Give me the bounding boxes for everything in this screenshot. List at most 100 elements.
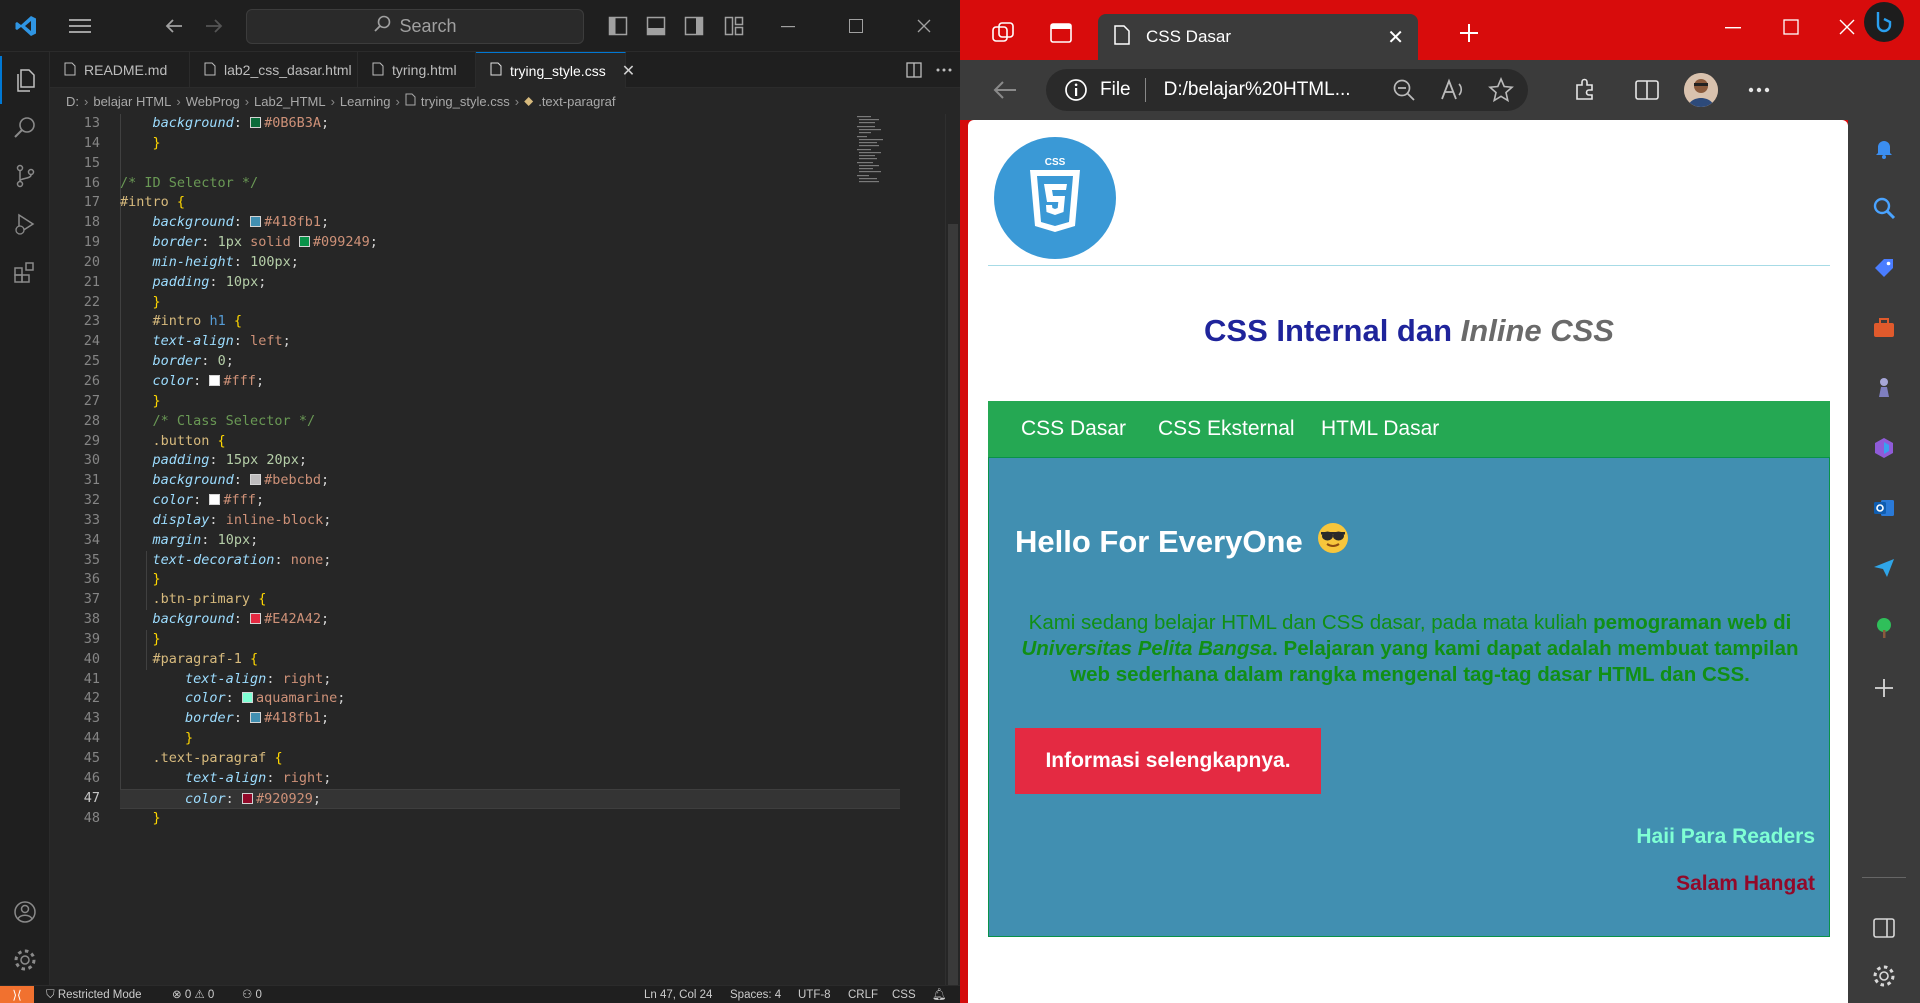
heading-text: Hello For EveryOne — [1015, 524, 1303, 559]
send-icon[interactable] — [1866, 550, 1902, 586]
code-line: } — [152, 293, 161, 310]
line-number: 38 — [83, 611, 100, 628]
cursor-position[interactable]: Ln 47, Col 24 — [644, 986, 712, 1003]
search-icon[interactable] — [1866, 190, 1902, 226]
notifications-bell-icon[interactable]: 🔔︎ — [932, 986, 947, 1003]
css3-logo: CSS — [994, 137, 1116, 259]
encoding[interactable]: UTF-8 — [798, 986, 831, 1003]
microsoft365-icon[interactable] — [1866, 430, 1902, 466]
address-bar[interactable]: File D:/belajar%20HTML... — [1046, 69, 1528, 111]
nav-link-css-eksternal[interactable]: CSS Eksternal — [1158, 401, 1295, 457]
command-search[interactable]: Search — [246, 9, 584, 44]
maximize-icon[interactable] — [834, 8, 878, 44]
minimize-icon[interactable] — [1718, 12, 1748, 42]
scrollbar-thumb[interactable] — [948, 224, 958, 985]
zoom-out-icon[interactable] — [1392, 78, 1416, 108]
hide-sidebar-icon[interactable] — [1866, 910, 1902, 946]
breadcrumb-item[interactable]: Lab2_HTML — [254, 94, 326, 109]
customize-layout-icon[interactable] — [716, 8, 752, 44]
add-icon[interactable] — [1866, 670, 1902, 706]
forward-arrow-icon[interactable] — [196, 8, 232, 44]
tab-actions-icon[interactable] — [1046, 18, 1076, 48]
games-chess-icon[interactable] — [1866, 370, 1902, 406]
code-line: #intro { — [120, 194, 186, 211]
tab-lab2-css-dasar[interactable]: lab2_css_dasar.html — [190, 52, 358, 88]
tree-icon[interactable] — [1866, 610, 1902, 646]
code-editor[interactable]: 13 14 15 16 17 18 19 20 21 22 23 24 25 2… — [50, 114, 945, 985]
nav-link-html-dasar[interactable]: HTML Dasar — [1321, 401, 1439, 457]
back-arrow-icon[interactable] — [156, 8, 192, 44]
read-aloud-icon[interactable] — [1440, 78, 1466, 108]
workspaces-icon[interactable] — [988, 18, 1018, 48]
accounts-icon[interactable] — [0, 888, 50, 936]
line-number: 37 — [83, 591, 100, 608]
settings-gear-icon[interactable] — [1866, 958, 1902, 994]
breadcrumb-item[interactable]: Learning — [340, 94, 391, 109]
favorite-star-icon[interactable] — [1488, 76, 1514, 109]
editor-scrollbar[interactable] — [945, 114, 959, 985]
line-number: 23 — [83, 313, 100, 330]
maximize-icon[interactable] — [1776, 12, 1806, 42]
minimize-icon[interactable] — [766, 8, 810, 44]
sidebar-divider — [1862, 877, 1906, 878]
problems-count[interactable]: ⊗ 0 ⚠ 0 — [172, 986, 214, 1003]
settings-more-icon[interactable] — [1744, 75, 1774, 105]
breadcrumb-item[interactable]: .text-paragraf — [538, 94, 615, 109]
source-control-icon[interactable] — [0, 152, 50, 200]
file-icon — [64, 62, 76, 79]
close-tab-icon[interactable]: ✕ — [1387, 25, 1404, 50]
outlook-icon[interactable] — [1866, 490, 1902, 526]
browser-tab-css-dasar[interactable]: CSS Dasar ✕ — [1098, 14, 1418, 60]
code-line: padding: 15px 20px; — [152, 452, 307, 469]
tools-briefcase-icon[interactable] — [1866, 310, 1902, 346]
address-url[interactable]: D:/belajar%20HTML... — [1164, 79, 1351, 101]
shopping-tag-icon[interactable] — [1866, 250, 1902, 286]
run-debug-icon[interactable] — [0, 200, 50, 248]
notification-bell-icon[interactable] — [1866, 130, 1902, 166]
code-line: } — [152, 392, 161, 409]
tab-trying-style-css[interactable]: trying_style.css ✕ — [476, 52, 635, 88]
more-actions-icon[interactable] — [926, 52, 960, 88]
extensions-puzzle-icon[interactable] — [1570, 75, 1600, 105]
para-text: Kami sedang belajar HTML dan CSS dasar, … — [1028, 611, 1594, 634]
line-number: 25 — [83, 353, 100, 370]
toggle-panel-icon[interactable] — [638, 8, 674, 44]
close-tab-icon[interactable]: ✕ — [622, 61, 635, 81]
explorer-icon[interactable] — [0, 56, 50, 104]
code-line: padding: 10px; — [152, 273, 267, 290]
close-window-icon[interactable] — [1832, 12, 1862, 42]
settings-gear-icon[interactable] — [0, 936, 50, 984]
code-line: text-align: left; — [152, 333, 291, 350]
code-line: margin: 10px; — [152, 531, 259, 548]
restricted-mode[interactable]: ⛉ Restricted Mode — [46, 986, 142, 1003]
line-endings[interactable]: CRLF — [848, 986, 878, 1003]
new-tab-icon[interactable] — [1454, 18, 1484, 48]
minimap[interactable] — [855, 114, 945, 234]
extensions-icon[interactable] — [0, 248, 50, 296]
toggle-secondary-sidebar-icon[interactable] — [676, 8, 712, 44]
profile-avatar[interactable] — [1684, 73, 1718, 107]
nav-link-css-dasar[interactable]: CSS Dasar — [1021, 401, 1126, 457]
split-screen-icon[interactable] — [1632, 75, 1662, 105]
more-info-button[interactable]: Informasi selengkapnya. — [1015, 728, 1321, 794]
search-view-icon[interactable] — [0, 104, 50, 152]
copilot-icon[interactable] — [1864, 2, 1904, 42]
breadcrumb-item[interactable]: WebProg — [186, 94, 240, 109]
code-line: .btn-primary { — [152, 591, 267, 608]
menu-icon[interactable] — [62, 8, 98, 44]
breadcrumb-item[interactable]: belajar HTML — [93, 94, 171, 109]
breadcrumb-item[interactable]: D: — [66, 94, 79, 109]
remote-indicator[interactable]: ⟩⟨ — [0, 986, 34, 1003]
language-mode[interactable]: CSS — [892, 986, 916, 1003]
back-arrow-icon[interactable] — [990, 75, 1020, 105]
tab-readme[interactable]: README.md — [50, 52, 190, 88]
chevron-right-icon: › — [395, 93, 400, 109]
code-lines: background: #0B6B3A; } /* ID Selector */… — [120, 114, 900, 828]
ports-count[interactable]: ⚇ 0 — [242, 986, 262, 1003]
tab-tyring-html[interactable]: tyring.html — [358, 52, 476, 88]
info-icon[interactable] — [1064, 78, 1088, 102]
indentation[interactable]: Spaces: 4 — [730, 986, 781, 1003]
close-icon[interactable] — [902, 8, 946, 44]
toggle-primary-sidebar-icon[interactable] — [600, 8, 636, 44]
breadcrumb-item[interactable]: trying_style.css — [421, 94, 510, 109]
